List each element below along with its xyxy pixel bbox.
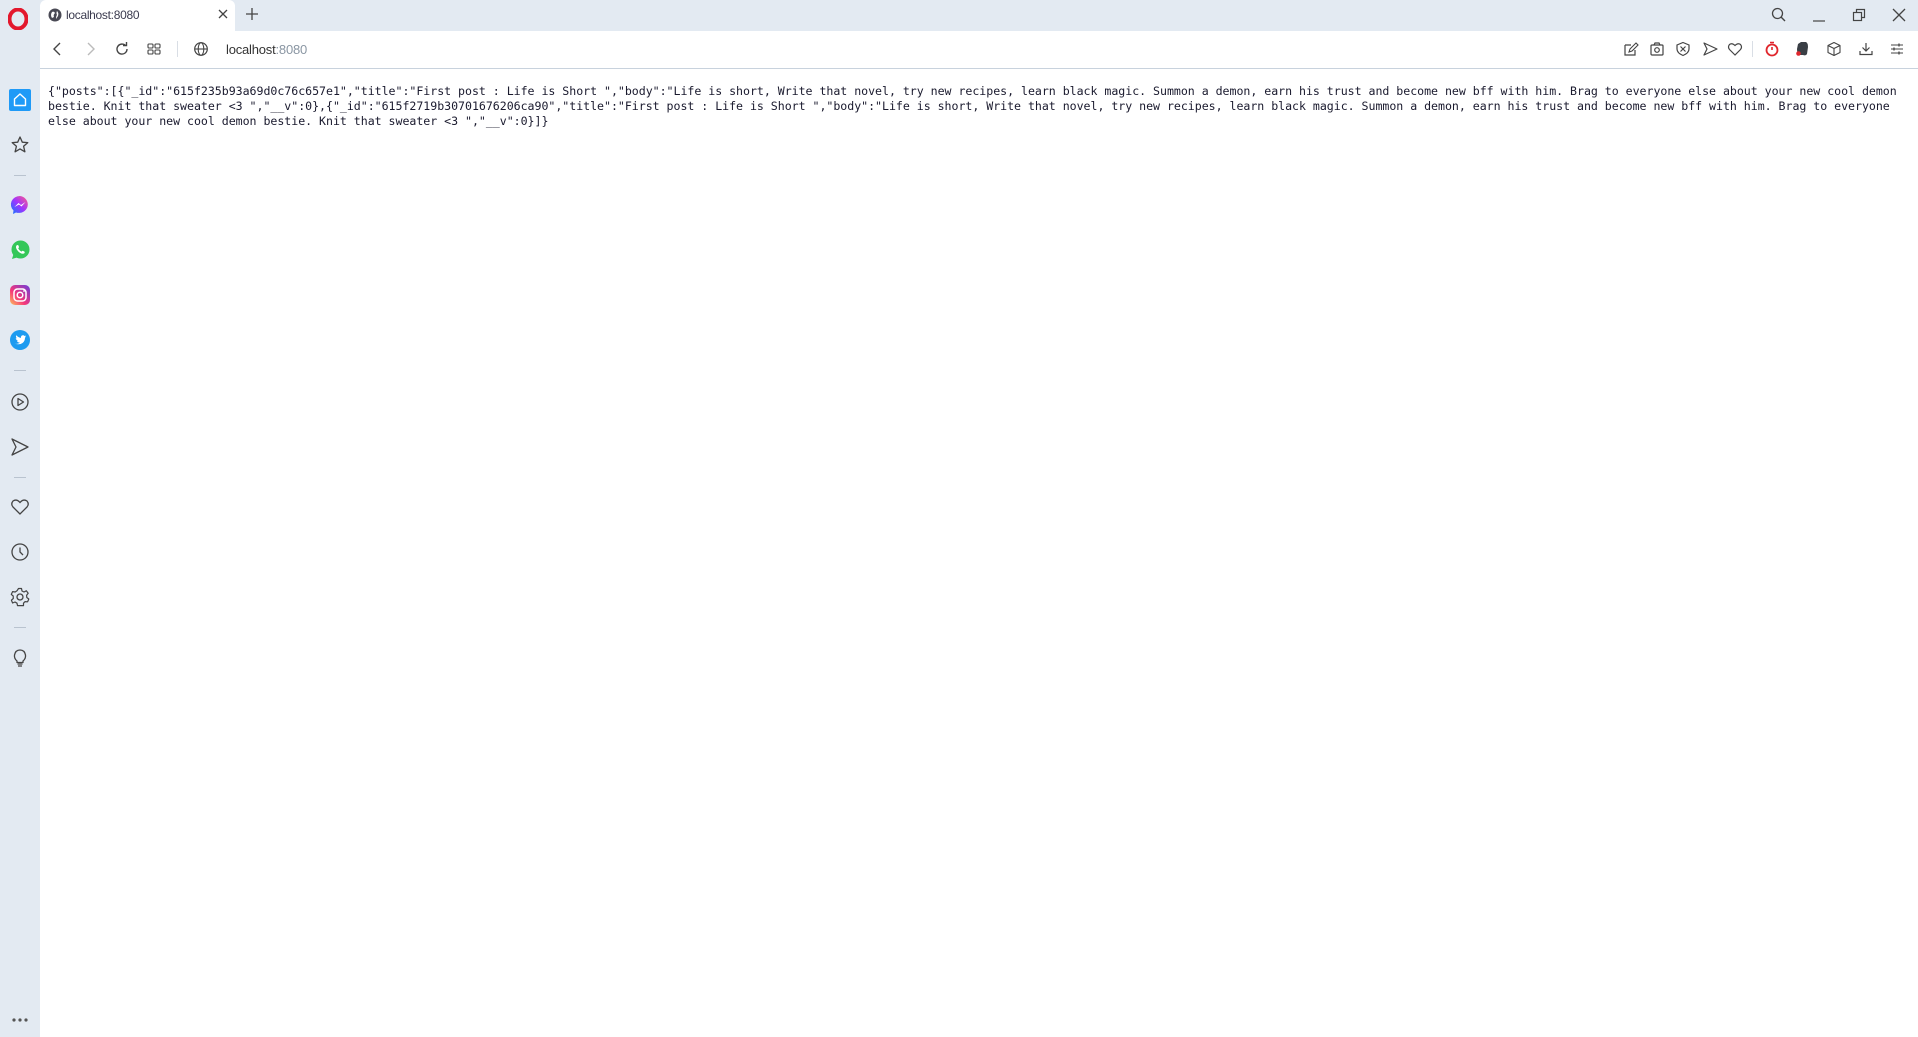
easy-setup-icon[interactable] xyxy=(1889,41,1905,57)
tab-grid-icon[interactable] xyxy=(146,41,162,57)
sidebar-player-icon[interactable] xyxy=(9,391,31,413)
sidebar-heart-icon[interactable] xyxy=(9,496,31,518)
globe-icon xyxy=(48,8,62,22)
sidebar-separator xyxy=(14,627,26,628)
send-icon[interactable] xyxy=(1702,41,1718,57)
tab-localhost[interactable]: localhost:8080 xyxy=(40,0,235,31)
timer-icon[interactable] xyxy=(1764,41,1780,57)
sidebar-instagram-icon[interactable] xyxy=(9,284,31,306)
evernote-icon[interactable] xyxy=(1794,41,1810,57)
reload-icon[interactable] xyxy=(114,41,130,57)
url-host: localhost xyxy=(226,42,276,57)
sidebar-star-icon[interactable] xyxy=(9,134,31,156)
heart-icon[interactable] xyxy=(1727,41,1743,57)
adblock-shield-icon[interactable] xyxy=(1675,41,1691,57)
json-response-text: {"posts":[{"_id":"615f235b93a69d0c76c657… xyxy=(48,84,1904,128)
url-port: :8080 xyxy=(275,42,308,57)
back-icon[interactable] xyxy=(50,41,66,57)
sidebar-home-icon[interactable] xyxy=(9,89,31,111)
sidebar-history-icon[interactable] xyxy=(9,541,31,563)
forward-icon[interactable] xyxy=(82,41,98,57)
search-tabs-icon[interactable] xyxy=(1770,6,1788,24)
tab-close-icon[interactable] xyxy=(216,7,230,21)
sidebar-settings-icon[interactable] xyxy=(9,586,31,608)
cube-icon[interactable] xyxy=(1826,41,1842,57)
download-icon[interactable] xyxy=(1858,41,1874,57)
close-window-icon[interactable] xyxy=(1890,6,1908,24)
address-bar: localhost:8080 xyxy=(40,31,1918,69)
opera-logo-icon[interactable] xyxy=(8,8,28,30)
site-info-globe-icon[interactable] xyxy=(193,41,209,57)
sidebar-separator xyxy=(14,477,26,478)
sidebar-separator xyxy=(14,175,26,176)
sidebar-whatsapp-icon[interactable] xyxy=(9,239,31,261)
toolbar-separator xyxy=(1752,41,1753,57)
sidebar-separator xyxy=(14,370,26,371)
snapshot-edit-icon[interactable] xyxy=(1623,41,1639,57)
address-separator xyxy=(177,41,178,57)
sidebar-more-icon[interactable] xyxy=(9,1009,31,1031)
url-field[interactable]: localhost:8080 xyxy=(226,42,307,57)
page-content: {"posts":[{"_id":"615f235b93a69d0c76c657… xyxy=(40,69,1918,1037)
sidebar-lightbulb-icon[interactable] xyxy=(9,647,31,669)
tab-bar: localhost:8080 xyxy=(0,0,1918,31)
minimize-icon[interactable] xyxy=(1810,6,1828,24)
sidebar-messenger-icon[interactable] xyxy=(9,194,31,216)
tab-title: localhost:8080 xyxy=(66,8,140,22)
new-tab-button[interactable] xyxy=(244,6,260,22)
camera-icon[interactable] xyxy=(1649,41,1665,57)
sidebar-send-icon[interactable] xyxy=(9,436,31,458)
sidebar xyxy=(0,31,40,1037)
sidebar-twitter-icon[interactable] xyxy=(9,329,31,351)
restore-icon[interactable] xyxy=(1850,6,1868,24)
